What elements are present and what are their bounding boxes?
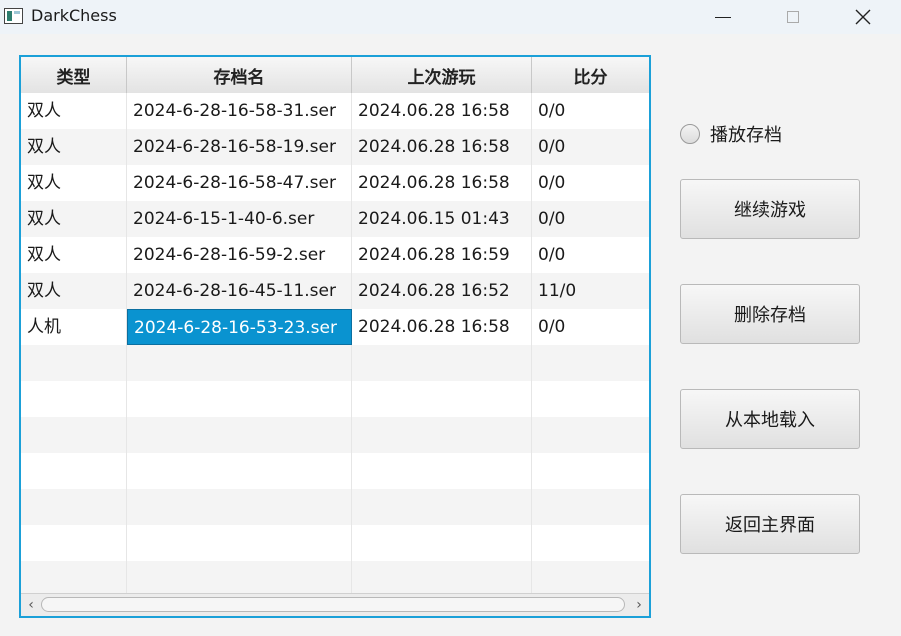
cell-score: [532, 525, 649, 561]
cell-last-played[interactable]: 2024.06.28 16:58: [352, 309, 532, 345]
empty-table-row: [21, 345, 649, 381]
cell-save-name[interactable]: 2024-6-28-16-58-31.ser: [127, 93, 352, 129]
table-body: 双人 2024-6-28-16-58-31.ser 2024.06.28 16:58…: [21, 93, 649, 596]
cell-type: [21, 417, 127, 453]
cell-save-name: [127, 561, 352, 596]
cell-type[interactable]: 双人: [21, 201, 127, 237]
back-to-main-button[interactable]: 返回主界面: [680, 494, 860, 554]
continue-game-button[interactable]: 继续游戏: [680, 179, 860, 239]
cell-score: [532, 345, 649, 381]
cell-score[interactable]: 0/0: [532, 165, 649, 201]
column-header-last-played[interactable]: 上次游玩: [352, 57, 532, 93]
table-row[interactable]: 双人 2024-6-28-16-45-11.ser 2024.06.28 16:52…: [21, 273, 649, 309]
load-from-local-button[interactable]: 从本地载入: [680, 389, 860, 449]
cell-save-name[interactable]: 2024-6-28-16-58-47.ser: [127, 165, 352, 201]
table-row[interactable]: 人机 2024-6-28-16-53-23.ser 2024.06.28 16:58…: [21, 309, 649, 345]
cell-save-name[interactable]: 2024-6-28-16-58-19.ser: [127, 129, 352, 165]
cell-last-played: [352, 525, 532, 561]
close-button[interactable]: [840, 0, 886, 34]
table-header: 类型 存档名 上次游玩 比分: [21, 57, 649, 94]
cell-score[interactable]: 0/0: [532, 129, 649, 165]
cell-type[interactable]: 双人: [21, 93, 127, 129]
cell-save-name[interactable]: 2024-6-28-16-45-11.ser: [127, 273, 352, 309]
maximize-icon: [787, 11, 799, 23]
cell-save-name[interactable]: 2024-6-15-1-40-6.ser: [127, 201, 352, 237]
cell-type[interactable]: 双人: [21, 165, 127, 201]
cell-save-name: [127, 345, 352, 381]
app-icon: [4, 8, 23, 24]
cell-last-played: [352, 381, 532, 417]
cell-last-played: [352, 561, 532, 596]
empty-table-row: [21, 381, 649, 417]
table-row[interactable]: 双人 2024-6-28-16-58-47.ser 2024.06.28 16:58…: [21, 165, 649, 201]
cell-score[interactable]: 0/0: [532, 237, 649, 273]
cell-last-played: [352, 417, 532, 453]
minimize-button[interactable]: [700, 0, 746, 34]
cell-type[interactable]: 人机: [21, 309, 127, 345]
replay-save-radio[interactable]: 播放存档: [680, 122, 782, 146]
cell-score[interactable]: 0/0: [532, 201, 649, 237]
cell-last-played[interactable]: 2024.06.28 16:59: [352, 237, 532, 273]
cell-type: [21, 453, 127, 489]
cell-type: [21, 381, 127, 417]
cell-save-name: [127, 489, 352, 525]
cell-score[interactable]: 0/0: [532, 93, 649, 129]
cell-type: [21, 561, 127, 596]
minimize-icon: [715, 16, 731, 18]
cell-last-played[interactable]: 2024.06.28 16:58: [352, 165, 532, 201]
chevron-right-icon[interactable]: ›: [630, 594, 648, 616]
table-row[interactable]: 双人 2024-6-28-16-58-31.ser 2024.06.28 16:58…: [21, 93, 649, 129]
cell-type[interactable]: 双人: [21, 129, 127, 165]
table-row[interactable]: 双人 2024-6-28-16-59-2.ser 2024.06.28 16:59 0…: [21, 237, 649, 273]
cell-last-played: [352, 345, 532, 381]
cell-type[interactable]: 双人: [21, 237, 127, 273]
cell-score: [532, 381, 649, 417]
cell-score: [532, 453, 649, 489]
empty-table-row: [21, 489, 649, 525]
cell-last-played[interactable]: 2024.06.28 16:58: [352, 129, 532, 165]
cell-type: [21, 345, 127, 381]
cell-last-played: [352, 489, 532, 525]
cell-last-played[interactable]: 2024.06.28 16:52: [352, 273, 532, 309]
column-header-type[interactable]: 类型: [21, 57, 127, 93]
column-header-name[interactable]: 存档名: [127, 57, 352, 93]
cell-save-name: [127, 453, 352, 489]
empty-table-row: [21, 417, 649, 453]
chevron-left-icon[interactable]: ‹: [22, 594, 40, 616]
column-header-score[interactable]: 比分: [532, 57, 649, 93]
cell-score: [532, 561, 649, 596]
table-row[interactable]: 双人 2024-6-15-1-40-6.ser 2024.06.15 01:43 0/…: [21, 201, 649, 237]
cell-save-name: [127, 525, 352, 561]
empty-table-row: [21, 561, 649, 596]
window-title: DarkChess: [31, 6, 117, 25]
close-icon: [855, 9, 871, 25]
cell-last-played[interactable]: 2024.06.28 16:58: [352, 93, 532, 129]
table-row[interactable]: 双人 2024-6-28-16-58-19.ser 2024.06.28 16:58…: [21, 129, 649, 165]
title-bar: DarkChess: [0, 0, 901, 34]
cell-type: [21, 489, 127, 525]
cell-save-name[interactable]: 2024-6-28-16-53-23.ser: [127, 309, 352, 345]
delete-save-button[interactable]: 删除存档: [680, 284, 860, 344]
cell-save-name[interactable]: 2024-6-28-16-59-2.ser: [127, 237, 352, 273]
cell-last-played[interactable]: 2024.06.15 01:43: [352, 201, 532, 237]
cell-last-played: [352, 453, 532, 489]
cell-score[interactable]: 11/0: [532, 273, 649, 309]
cell-type: [21, 525, 127, 561]
replay-save-label: 播放存档: [710, 125, 782, 146]
cell-save-name: [127, 417, 352, 453]
empty-table-row: [21, 525, 649, 561]
radio-circle[interactable]: [680, 124, 700, 144]
maximize-button[interactable]: [770, 0, 816, 34]
cell-save-name: [127, 381, 352, 417]
cell-type[interactable]: 双人: [21, 273, 127, 309]
cell-score[interactable]: 0/0: [532, 309, 649, 345]
scrollbar-thumb[interactable]: [41, 597, 625, 612]
horizontal-scrollbar[interactable]: ‹ ›: [21, 593, 649, 616]
empty-table-row: [21, 453, 649, 489]
cell-score: [532, 417, 649, 453]
cell-score: [532, 489, 649, 525]
save-table[interactable]: 类型 存档名 上次游玩 比分 双人 2024-6-28-16-58-31.ser 2…: [19, 55, 651, 618]
